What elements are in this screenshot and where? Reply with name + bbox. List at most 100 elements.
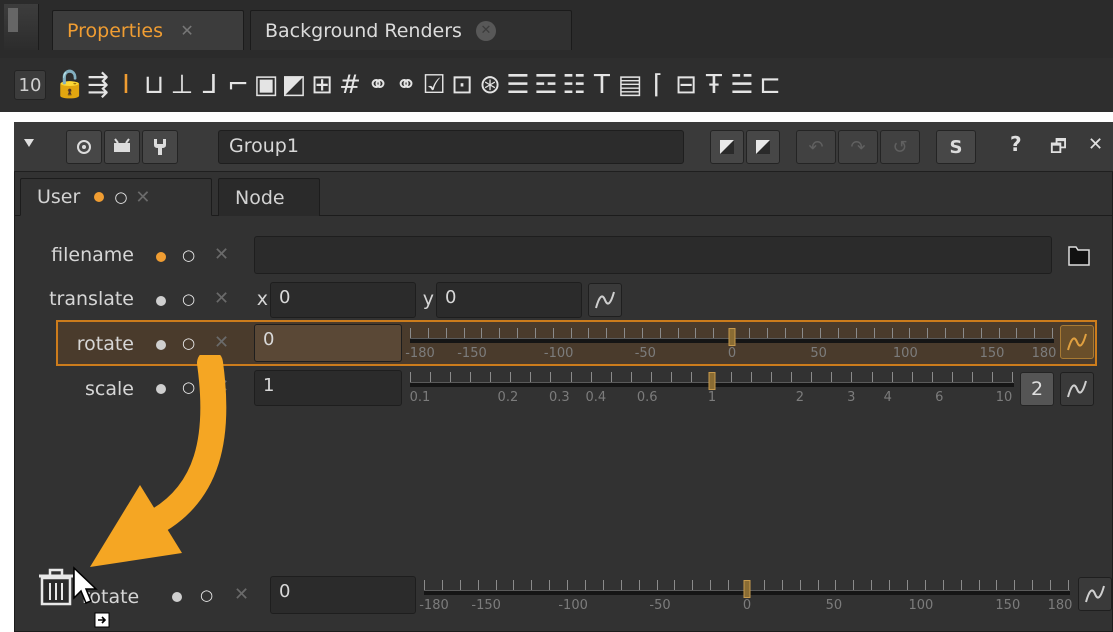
drag-ghost-slider-tick bbox=[531, 580, 533, 590]
translate-x-input[interactable]: 0 bbox=[270, 282, 416, 318]
animation-menu-button[interactable] bbox=[1060, 372, 1094, 406]
multiline-icon[interactable]: ☲ bbox=[532, 65, 560, 105]
scale-slider[interactable]: 0.1 0.2 0.3 0.4 0.6 1 2 3 4 6 10 bbox=[410, 366, 1014, 410]
eye-icon[interactable]: ○ bbox=[182, 290, 195, 308]
drag-ghost-slider-handle[interactable] bbox=[743, 580, 751, 598]
node-name-field[interactable]: Group1 bbox=[218, 130, 684, 164]
undo-button[interactable]: ↶ bbox=[796, 130, 836, 164]
pane-grip-handle[interactable] bbox=[4, 4, 39, 50]
3d-axis-icon[interactable]: ⅃ bbox=[196, 65, 224, 105]
scale-slider-tick-label: 4 bbox=[883, 390, 892, 405]
animation-dot-icon bbox=[156, 340, 166, 350]
gl-color-button[interactable] bbox=[746, 130, 780, 164]
drag-ghost-slider-tick bbox=[763, 580, 765, 590]
scale-slider-tick bbox=[550, 372, 552, 382]
file-browser-button[interactable] bbox=[1066, 242, 1092, 268]
rotate-slider-tick bbox=[1052, 328, 1053, 338]
eye-icon[interactable]: ○ bbox=[182, 246, 195, 264]
settings-s-button[interactable]: S bbox=[936, 130, 976, 164]
bbox-knob-icon[interactable]: ▣ bbox=[252, 65, 280, 105]
tab-user[interactable]: User ○ ✕ bbox=[20, 178, 212, 216]
pulldown-icon[interactable]: ⊡ bbox=[448, 65, 476, 105]
redo-button[interactable]: ↷ bbox=[838, 130, 878, 164]
divider-icon[interactable]: Ŧ bbox=[700, 65, 728, 105]
revert-button[interactable]: ↺ bbox=[880, 130, 920, 164]
scale-slider-tick bbox=[670, 372, 672, 382]
float-panel-icon[interactable]: 🗗 bbox=[1050, 134, 1067, 164]
rotate-slider[interactable]: -180 -150 -100 -50 0 50 100 150 180 bbox=[405, 322, 1057, 366]
tab-properties[interactable]: Properties ✕ bbox=[52, 10, 244, 50]
list-icon[interactable]: ☷ bbox=[560, 65, 588, 105]
text-input-icon[interactable]: ☰ bbox=[504, 65, 532, 105]
rotate-slider-tick bbox=[481, 328, 483, 338]
color-rgb-icon[interactable]: ⚭ bbox=[364, 65, 392, 105]
rotate-slider-tick bbox=[1016, 328, 1018, 338]
rotate-slider-tick bbox=[427, 328, 429, 338]
scale-input[interactable]: 1 bbox=[254, 370, 402, 406]
drag-ghost-slider-tick bbox=[781, 580, 783, 590]
rotate-input[interactable]: 0 bbox=[254, 324, 402, 362]
remove-knob-icon[interactable]: ✕ bbox=[214, 288, 229, 309]
rotate-slider-tick bbox=[927, 328, 929, 338]
translate-y-input[interactable]: 0 bbox=[436, 282, 582, 318]
rotate-slider-tick-label: 180 bbox=[1031, 346, 1057, 361]
close-panel-icon[interactable]: ✕ bbox=[1088, 134, 1103, 155]
hash-icon[interactable]: # bbox=[336, 65, 364, 105]
max-panels-field[interactable]: 10 bbox=[14, 70, 46, 100]
lock-icon[interactable]: 🔓 bbox=[54, 65, 86, 105]
scale-slider-tick-label: 0.6 bbox=[636, 390, 658, 405]
tab-background-renders[interactable]: Background Renders ✕ bbox=[250, 10, 572, 50]
int-knob-icon[interactable]: I bbox=[112, 65, 140, 105]
rotate-slider-tick bbox=[980, 328, 982, 338]
scale-slider-tick bbox=[811, 372, 813, 382]
link-icon[interactable]: ⊏ bbox=[756, 65, 784, 105]
color-rgba-icon[interactable]: ⚭ bbox=[392, 65, 420, 105]
tab-close-icon[interactable]: ✕ bbox=[177, 21, 197, 41]
separator-icon[interactable]: ☱ bbox=[728, 65, 756, 105]
scale-slider-tick bbox=[470, 372, 472, 382]
remove-knob-icon[interactable]: ✕ bbox=[214, 332, 229, 353]
center-node-button[interactable] bbox=[66, 130, 102, 164]
clear-panels-icon[interactable]: ⇶ bbox=[84, 65, 112, 105]
scale-slider-tick bbox=[490, 372, 492, 382]
scale-slider-tick bbox=[510, 372, 512, 382]
tab-node[interactable]: Node bbox=[218, 178, 320, 216]
rotate-slider-tick-label: -150 bbox=[457, 346, 487, 361]
eye-icon[interactable]: ○ bbox=[114, 188, 127, 206]
tab-close-icon[interactable]: ✕ bbox=[475, 20, 496, 41]
drag-ghost-slider-tick bbox=[620, 580, 622, 590]
xyz-knob-icon[interactable]: ⊥ bbox=[168, 65, 196, 105]
drag-ghost-slider-tick bbox=[710, 580, 712, 590]
scale-slider-tick bbox=[731, 372, 733, 382]
rotate-slider-tick bbox=[820, 328, 822, 338]
xy-knob-icon[interactable]: ⊔ bbox=[140, 65, 168, 105]
target-icon bbox=[77, 140, 91, 154]
python-button-icon[interactable]: ⊛ bbox=[476, 65, 504, 105]
file-knob-icon[interactable]: ▤ bbox=[616, 65, 644, 105]
checkbox-knob-icon[interactable]: ☑ bbox=[420, 65, 448, 105]
size-knob-icon[interactable]: ◩ bbox=[280, 65, 308, 105]
scale-slider-handle[interactable] bbox=[708, 372, 716, 390]
help-icon[interactable]: ? bbox=[1010, 132, 1022, 156]
drag-ghost-slider-tick bbox=[495, 580, 497, 590]
rotate-slider-handle[interactable] bbox=[728, 328, 736, 346]
drag-ghost-slider-tick bbox=[960, 580, 962, 590]
filename-input[interactable] bbox=[254, 236, 1052, 274]
animation-menu-button[interactable] bbox=[588, 283, 622, 317]
remove-knob-icon[interactable]: ✕ bbox=[214, 244, 229, 265]
edit-knobs-button[interactable] bbox=[142, 130, 178, 164]
remove-tab-icon[interactable]: ✕ bbox=[135, 187, 150, 208]
tab-icon[interactable]: ⌈ bbox=[644, 65, 672, 105]
tile-color-button[interactable] bbox=[710, 130, 744, 164]
text-label-icon[interactable]: T bbox=[588, 65, 616, 105]
split-values-button[interactable]: 2 bbox=[1020, 372, 1054, 406]
group-icon[interactable]: ⊟ bbox=[672, 65, 700, 105]
eye-icon[interactable]: ○ bbox=[182, 334, 195, 352]
collapse-triangle-icon[interactable] bbox=[22, 136, 36, 150]
wh-knob-icon[interactable]: ⌐ bbox=[224, 65, 252, 105]
rotate-slider-tick-label: 50 bbox=[810, 346, 827, 361]
drag-direction-arrow-icon bbox=[90, 355, 227, 567]
animation-menu-button[interactable] bbox=[1060, 325, 1094, 359]
uv-knob-icon[interactable]: ⊞ bbox=[308, 65, 336, 105]
viewer-button[interactable] bbox=[104, 130, 140, 164]
